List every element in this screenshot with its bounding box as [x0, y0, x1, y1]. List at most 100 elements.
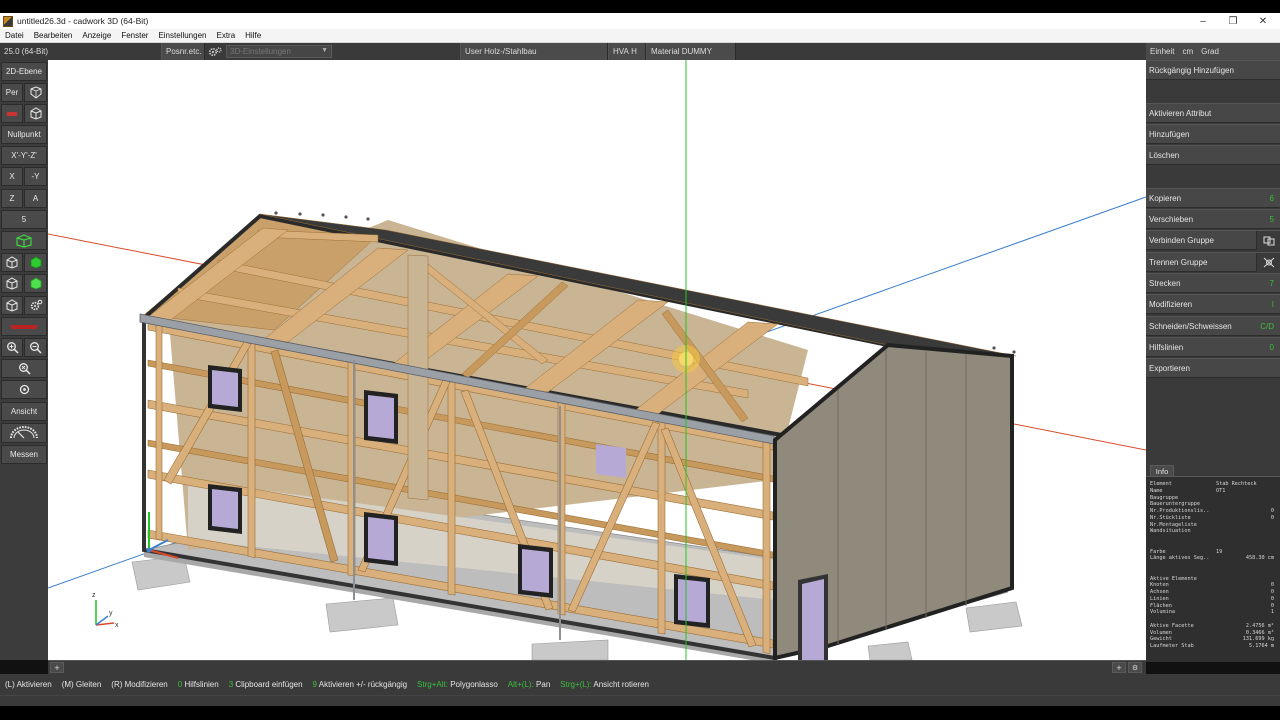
- nullpunkt-button[interactable]: Nullpunkt: [1, 125, 47, 144]
- hidden-line-icon[interactable]: [1, 296, 23, 315]
- info-row: Volumina 1: [1150, 609, 1278, 616]
- panel-button-label: Rückgängig Hinzufügen: [1149, 65, 1234, 75]
- red-mode-icon[interactable]: [1, 104, 23, 123]
- cube-wire-icon[interactable]: [24, 104, 47, 123]
- menu-bar: Datei Bearbeiten Anzeige Fenster Einstel…: [0, 29, 1280, 43]
- green-shade-cube-icon[interactable]: [24, 274, 47, 293]
- info-row: Wandsituation: [1150, 528, 1278, 535]
- status-key: (L): [5, 680, 15, 689]
- info-row: Flächen 0: [1150, 603, 1278, 610]
- zoom-window-icon[interactable]: [1, 380, 47, 399]
- top-band: [0, 0, 1280, 13]
- settings-select[interactable]: 3D-Einstellungen ▼: [226, 45, 332, 58]
- info-tab[interactable]: Info: [1150, 465, 1174, 476]
- settings-gear-icon[interactable]: [24, 296, 47, 315]
- wire-view-icon[interactable]: [1, 274, 23, 293]
- dial-icon[interactable]: [1, 423, 47, 443]
- menu-anzeige[interactable]: Anzeige: [77, 31, 116, 40]
- panel-button-hilfslinien[interactable]: Hilfslinien 0: [1146, 337, 1280, 357]
- material-field[interactable]: Material DUMMY: [646, 43, 736, 60]
- viewport-settings-icon[interactable]: ⚙: [1128, 662, 1142, 673]
- status-text: Gleiten: [75, 680, 102, 689]
- perspective-button[interactable]: Per: [1, 83, 23, 102]
- ansicht-button[interactable]: Ansicht: [1, 402, 47, 421]
- status-key: Alt+(L):: [507, 680, 534, 689]
- status-key: (R): [111, 680, 123, 689]
- unit-label[interactable]: Einheit: [1146, 47, 1178, 56]
- info-key: Flächen: [1150, 602, 1172, 609]
- status-key: (M): [61, 680, 74, 689]
- status-key: Strg+(L):: [560, 680, 592, 689]
- zoom-in-icon[interactable]: [1, 338, 23, 357]
- green-cube-icon[interactable]: [1, 231, 47, 250]
- triad-z-label: z: [92, 592, 96, 599]
- info-number: 131.699 kg: [1242, 636, 1274, 643]
- status-text: Aktivieren +/- rückgängig: [318, 680, 408, 689]
- info-row: Volumen 0.3466 m³: [1150, 630, 1278, 637]
- minimize-button[interactable]: –: [1188, 13, 1218, 29]
- menu-extra[interactable]: Extra: [211, 31, 240, 40]
- status-text: Polygonlasso: [450, 680, 498, 689]
- menu-hilfe[interactable]: Hilfe: [240, 31, 266, 40]
- panel-button-shortcut: 6: [1269, 193, 1274, 203]
- add-view-left-button[interactable]: +: [50, 662, 64, 673]
- info-number: 5.1764 m: [1249, 643, 1274, 649]
- panel-button-verschieben[interactable]: Verschieben 5: [1146, 209, 1280, 229]
- red-toggle-icon[interactable]: [1, 317, 47, 336]
- render-mode-icon[interactable]: [1, 253, 23, 272]
- panel-button-verbinden-gruppe[interactable]: Verbinden Gruppe: [1146, 230, 1280, 250]
- hva-field[interactable]: HVA H: [608, 43, 646, 60]
- info-row: [1150, 542, 1278, 549]
- panel-button-schneiden-schweissen[interactable]: Schneiden/Schweissen C/D: [1146, 316, 1280, 336]
- axis-triad: z x y: [92, 592, 119, 629]
- info-row: Farbe 19: [1150, 549, 1278, 556]
- info-number: 1: [1270, 609, 1274, 616]
- unit-length[interactable]: cm: [1178, 47, 1197, 56]
- panel-button-rückgängig-hinzufügen[interactable]: Rückgängig Hinzufügen: [1146, 60, 1280, 80]
- panel-button-löschen[interactable]: Löschen: [1146, 145, 1280, 165]
- add-view-right-button[interactable]: +: [1112, 662, 1126, 673]
- solid-green-cube-icon[interactable]: [24, 253, 47, 272]
- info-number: 0: [1270, 508, 1274, 514]
- messen-button[interactable]: Messen: [1, 445, 47, 464]
- group-split-icon[interactable]: [1256, 253, 1280, 272]
- info-row: Name OT1: [1150, 488, 1278, 495]
- 2d-ebene-button[interactable]: 2D-Ebene: [1, 62, 47, 81]
- posnr-button[interactable]: Posnr.etc.: [161, 43, 205, 60]
- gear-icon[interactable]: [207, 43, 223, 60]
- zoom-all-icon[interactable]: [1, 359, 47, 378]
- panel-button-kopieren[interactable]: Kopieren 6: [1146, 188, 1280, 208]
- shield-view-icon[interactable]: [24, 83, 47, 102]
- info-key: Volumen: [1150, 629, 1172, 636]
- bottom-band: [0, 706, 1280, 720]
- info-key: Name: [1150, 487, 1163, 494]
- minus-y-view-button[interactable]: -Y: [24, 167, 47, 186]
- panel-button-label: Hinzufügen: [1149, 129, 1190, 139]
- menu-datei[interactable]: Datei: [0, 31, 29, 40]
- maximize-button[interactable]: ❐: [1218, 13, 1248, 29]
- panel-button-hinzufügen[interactable]: Hinzufügen: [1146, 124, 1280, 144]
- z-view-button[interactable]: Z: [1, 189, 23, 208]
- status-hint: 9 Aktivieren +/- rückgängig: [313, 680, 408, 689]
- view-5-button[interactable]: 5: [1, 210, 47, 229]
- menu-einstellungen[interactable]: Einstellungen: [153, 31, 211, 40]
- a-view-button[interactable]: A: [24, 189, 47, 208]
- panel-button-trennen-gruppe[interactable]: Trennen Gruppe: [1146, 252, 1280, 272]
- panel-button-aktivieren-attribut[interactable]: Aktivieren Attribut: [1146, 103, 1280, 123]
- zoom-out-icon[interactable]: [24, 338, 47, 357]
- panel-button-modifizieren[interactable]: Modifizieren I: [1146, 294, 1280, 314]
- 3d-viewport[interactable]: z x y: [48, 60, 1146, 660]
- user-field[interactable]: User Holz-/Stahlbau: [460, 43, 608, 60]
- close-button[interactable]: ✕: [1248, 13, 1278, 29]
- info-row: Aktive Facette 2.4756 m²: [1150, 623, 1278, 630]
- unit-angle[interactable]: Grad: [1197, 47, 1223, 56]
- x-view-button[interactable]: X: [1, 167, 23, 186]
- xyz-button[interactable]: X'-Y'-Z': [1, 146, 47, 165]
- panel-button-exportieren[interactable]: Exportieren: [1146, 358, 1280, 378]
- menu-fenster[interactable]: Fenster: [116, 31, 153, 40]
- menu-bearbeiten[interactable]: Bearbeiten: [29, 31, 78, 40]
- panel-button-strecken[interactable]: Strecken 7: [1146, 273, 1280, 293]
- group-join-icon[interactable]: [1256, 231, 1280, 250]
- info-row: Linien 0: [1150, 596, 1278, 603]
- info-value: 19: [1216, 548, 1223, 555]
